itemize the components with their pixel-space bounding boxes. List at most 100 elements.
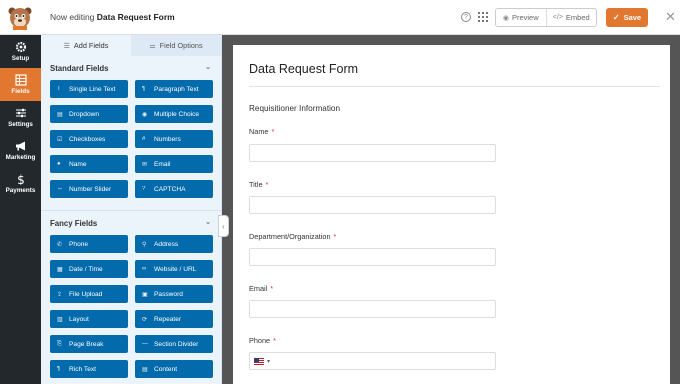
- field-label: Multiple Choice: [154, 110, 200, 118]
- sidebar-item-payments[interactable]: $ Payments: [0, 167, 41, 200]
- sidebar-item-label: Payments: [5, 187, 36, 194]
- field-button-layout[interactable]: ▥ Layout: [50, 310, 128, 328]
- us-flag-icon[interactable]: [254, 358, 264, 365]
- form-title: Data Request Form: [249, 62, 359, 76]
- tab-label: Add Fields: [73, 41, 109, 50]
- field-button-phone[interactable]: ✆ Phone: [50, 235, 128, 253]
- required-marker: *: [273, 336, 276, 345]
- map-pin-icon: ⚲: [142, 241, 147, 248]
- field-label: Website / URL: [154, 265, 197, 273]
- embed-button[interactable]: </> Embed: [545, 9, 597, 26]
- eye-icon: ◉: [502, 14, 509, 22]
- field-label-title: Title *: [249, 180, 268, 189]
- fields-icon: [14, 74, 27, 86]
- field-label: Checkboxes: [69, 135, 106, 143]
- chevron-down-icon: ⌄: [205, 64, 211, 71]
- standard-fields-header[interactable]: Standard Fields ⌄: [41, 56, 221, 80]
- field-button-single-line-text[interactable]: T Single Line Text: [50, 80, 128, 98]
- field-button-dropdown[interactable]: ▤ Dropdown: [50, 105, 128, 123]
- field-label: Layout: [69, 315, 89, 323]
- field-label: File Upload: [69, 290, 103, 298]
- sidebar-item-settings[interactable]: Settings: [0, 101, 41, 134]
- link-icon: ∞: [142, 266, 147, 272]
- apps-grid-icon[interactable]: [478, 12, 488, 22]
- paragraph-icon: ¶: [142, 86, 146, 92]
- sidebar-item-marketing[interactable]: Marketing: [0, 134, 41, 167]
- tab-add-fields[interactable]: ☰ Add Fields: [41, 35, 131, 56]
- field-label: Password: [154, 290, 183, 298]
- text-icon: T: [57, 86, 61, 92]
- top-bar: Now editing Data Request Form ? ◉ Previe…: [0, 0, 680, 35]
- slider-icon: ⇔: [57, 186, 63, 192]
- calendar-icon: ▦: [57, 266, 63, 273]
- content-icon: ▤: [142, 366, 148, 373]
- caret-down-icon: ▾: [267, 359, 271, 365]
- question-icon: ?: [142, 186, 146, 192]
- field-button-file-upload[interactable]: ⇪ File Upload: [50, 285, 128, 303]
- save-button[interactable]: ✓ Save: [606, 8, 648, 27]
- field-label: CAPTCHA: [154, 185, 186, 193]
- required-marker: *: [270, 284, 274, 293]
- code-icon: </>: [552, 14, 563, 21]
- megaphone-icon: [15, 141, 25, 151]
- save-label: Save: [623, 13, 642, 22]
- sidebar-item-setup[interactable]: Setup: [0, 35, 41, 68]
- field-label: Numbers: [154, 135, 181, 143]
- field-label: Dropdown: [69, 110, 100, 118]
- email-field[interactable]: [249, 300, 496, 318]
- field-button-numbers[interactable]: # Numbers: [135, 130, 213, 148]
- field-button-section-divider[interactable]: — Section Divider: [135, 335, 213, 353]
- fields-panel: ☰ Add Fields ⚌ Field Options Standard Fi…: [41, 35, 222, 384]
- sidebar-item-label: Fields: [11, 88, 30, 95]
- field-label: Name: [69, 160, 87, 168]
- field-button-name[interactable]: ● Name: [50, 155, 128, 173]
- sidebar-item-label: Settings: [8, 121, 33, 128]
- field-button-paragraph-text[interactable]: ¶ Paragraph Text: [135, 80, 213, 98]
- field-button-page-break[interactable]: ⎘ Page Break: [50, 335, 128, 353]
- tab-field-options[interactable]: ⚌ Field Options: [131, 35, 221, 56]
- preview-button[interactable]: ◉ Preview: [496, 9, 546, 26]
- field-button-content[interactable]: ▤ Content: [135, 360, 213, 378]
- field-button-date-time[interactable]: ▦ Date / Time: [50, 260, 128, 278]
- wpforms-logo: [8, 7, 32, 30]
- phone-field[interactable]: ▾: [249, 352, 496, 370]
- field-button-number-slider[interactable]: ⇔ Number Slider: [50, 180, 128, 198]
- field-label: Number Slider: [69, 185, 112, 193]
- field-button-repeater[interactable]: ⟳ Repeater: [135, 310, 213, 328]
- embed-label: Embed: [565, 13, 590, 22]
- field-label: Single Line Text: [69, 85, 116, 93]
- sidebar-item-fields[interactable]: Fields: [0, 68, 41, 101]
- field-button-password[interactable]: ▣ Password: [135, 285, 213, 303]
- panel-tabs: ☰ Add Fields ⚌ Field Options: [41, 35, 221, 56]
- help-icon[interactable]: ?: [461, 12, 471, 22]
- group-title: Fancy Fields: [50, 219, 98, 228]
- fancy-fields-header[interactable]: Fancy Fields ⌄: [41, 211, 221, 235]
- department-field[interactable]: [249, 248, 496, 266]
- field-button-captcha[interactable]: ? CAPTCHA: [135, 180, 213, 198]
- name-field[interactable]: [249, 144, 496, 162]
- title-field[interactable]: [249, 196, 496, 214]
- field-label-phone: Phone *: [249, 336, 276, 345]
- field-label: Page Break: [69, 340, 104, 348]
- required-marker: *: [333, 232, 337, 241]
- chevron-down-icon: ⌄: [205, 219, 211, 226]
- field-button-email[interactable]: ✉ Email: [135, 155, 213, 173]
- preview-label: Preview: [511, 13, 539, 22]
- field-label: Section Divider: [154, 340, 199, 348]
- field-button-multiple-choice[interactable]: ◉ Multiple Choice: [135, 105, 213, 123]
- field-button-address[interactable]: ⚲ Address: [135, 235, 213, 253]
- editing-form-name: Data Request Form: [96, 12, 175, 22]
- field-button-rich-text[interactable]: ¶ Rich Text: [50, 360, 128, 378]
- label-text: Email: [249, 284, 268, 293]
- chevron-left-icon[interactable]: ‹: [218, 215, 229, 237]
- lock-icon: ▣: [142, 291, 148, 298]
- close-icon[interactable]: ✕: [665, 10, 676, 23]
- page-break-icon: ⎘: [57, 340, 62, 347]
- editing-title: Now editing Data Request Form: [50, 12, 175, 22]
- field-button-website-url[interactable]: ∞ Website / URL: [135, 260, 213, 278]
- fancy-fields-grid: ✆ Phone ⚲ Address ▦ Date / Time ∞ Website / …: [41, 235, 221, 378]
- dropdown-icon: ▤: [57, 111, 63, 118]
- section-title: Requisitioner Information: [249, 104, 341, 113]
- field-button-checkboxes[interactable]: ☑ Checkboxes: [50, 130, 128, 148]
- field-label: Paragraph Text: [154, 85, 199, 93]
